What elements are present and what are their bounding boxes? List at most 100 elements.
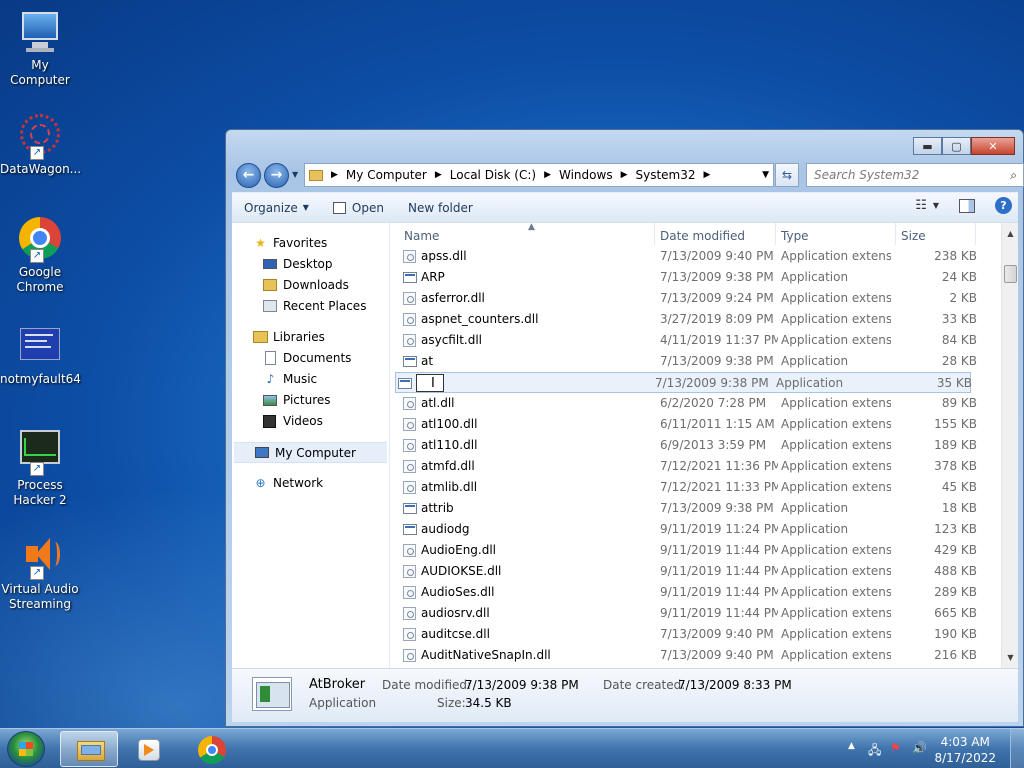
open-button[interactable]: Open [321,193,396,223]
navigation-pane: ★ Favorites Desktop Downloads Recent Pla… [232,223,390,668]
vertical-scrollbar[interactable]: ▲ ▼ [1001,223,1018,668]
desktop-icon-google-chrome[interactable]: ↗ Google Chrome [0,215,80,295]
file-row[interactable]: AUDIOKSE.dll 9/11/2019 11:44 PM Applicatio… [401,561,983,582]
column-divider[interactable] [654,223,655,245]
file-row[interactable]: aspnet_counters.dll 3/27/2019 8:09 PM Appl… [401,309,983,330]
nav-videos[interactable]: Videos [232,411,389,432]
desktop-icon-virtual-audio-streaming[interactable]: ↗ Virtual Audio Streaming [0,532,80,612]
new-folder-button[interactable]: New folder [396,193,485,223]
breadcrumb-system32[interactable]: System32 [636,168,696,182]
show-hidden-icons-button[interactable]: ▲ [848,741,855,751]
file-row[interactable]: atmlib.dll 7/12/2021 11:33 PM Application … [401,477,983,498]
close-button[interactable]: ✕ [971,137,1015,155]
nav-downloads[interactable]: Downloads [232,275,389,296]
desktop-icon-label: Process Hacker 2 [13,478,67,507]
refresh-button[interactable]: ⇆ [775,163,799,187]
breadcrumb-separator[interactable]: ▶ [544,170,551,180]
breadcrumb-separator[interactable]: ▶ [435,170,442,180]
minimize-button[interactable]: ▬ [913,137,942,155]
nav-pictures[interactable]: Pictures [232,390,389,411]
nav-recent-places[interactable]: Recent Places [232,296,389,317]
file-date-modified: 9/11/2019 11:44 PM [660,585,778,599]
back-button[interactable]: ← [236,163,261,188]
file-row[interactable]: auditcse.dll 7/13/2009 9:40 PM Application… [401,624,983,645]
nav-favorites[interactable]: ★ Favorites [232,233,389,254]
column-header-size[interactable]: Size [901,229,926,243]
breadcrumb-separator[interactable]: ▶ [621,170,628,180]
address-bar[interactable]: ▶ My Computer ▶ Local Disk (C:) ▶ Window… [304,163,774,187]
file-row[interactable]: audiodg 9/11/2019 11:24 PM Application 123 … [401,519,983,540]
file-row[interactable]: AudioEng.dll 9/11/2019 11:44 PM Applicatio… [401,540,983,561]
column-header-type[interactable]: Type [781,229,809,243]
help-icon[interactable]: ? [995,197,1012,214]
file-date-modified: 7/12/2021 11:33 PM [660,480,778,494]
nav-network[interactable]: ⊕ Network [232,473,389,494]
search-input[interactable]: Search System32 ⌕ [806,163,1024,187]
nav-libraries[interactable]: Libraries [232,327,389,348]
chevron-down-icon: ▼ [302,203,309,212]
organize-button[interactable]: Organize ▼ [232,193,321,223]
breadcrumb-separator[interactable]: ▶ [704,170,711,180]
column-header-date[interactable]: Date modified [660,229,745,243]
rename-input[interactable]: I [416,374,444,392]
desktop-icon-process-hacker[interactable]: ↗ Process Hacker 2 [0,428,80,508]
nav-my-computer[interactable]: My Computer [234,442,387,463]
taskbar-media-player-button[interactable] [120,731,178,767]
breadcrumb-local-disk[interactable]: Local Disk (C:) [450,168,536,182]
scroll-thumb[interactable] [1004,265,1017,283]
file-row[interactable]: attrib 7/13/2009 9:38 PM Application 18 KB [401,498,983,519]
file-row[interactable]: atl.dll 6/2/2020 7:28 PM Application exten… [401,393,983,414]
file-row[interactable]: audiosrv.dll 9/11/2019 11:44 PM Applicatio… [401,603,983,624]
start-button[interactable] [7,731,45,767]
taskbar-explorer-button[interactable] [60,731,118,767]
file-row-renaming[interactable]: I 7/13/2009 9:38 PM Application 35 KB [395,372,972,393]
column-header-name[interactable]: Name [404,229,439,243]
network-status-icon[interactable]: 🖧 [868,741,881,762]
search-icon[interactable]: ⌕ [1010,164,1017,186]
file-size: 189 KB [934,438,977,452]
file-row[interactable]: at 7/13/2009 9:38 PM Application 28 KB [401,351,983,372]
recent-pages-dropdown[interactable]: ▼ [292,170,298,179]
nav-desktop[interactable]: Desktop [232,254,389,275]
column-divider[interactable] [975,223,976,245]
bluescreen-icon [16,322,64,370]
forward-button[interactable]: → [264,163,289,188]
chevron-down-icon[interactable]: ▼ [933,201,939,210]
volume-icon[interactable]: 🔊 [912,741,927,755]
preview-pane-icon[interactable] [959,198,975,213]
dll-file-icon [403,439,416,452]
view-options-icon[interactable]: ☷ [915,198,927,213]
file-row[interactable]: AudioSes.dll 9/11/2019 11:44 PM Applicatio… [401,582,983,603]
file-row[interactable]: atl100.dll 6/11/2011 1:15 AM Application e… [401,414,983,435]
column-divider[interactable] [895,223,896,245]
clock[interactable]: 4:03 AM 8/17/2022 [934,734,996,766]
nav-documents[interactable]: Documents [232,348,389,369]
scroll-down-icon[interactable]: ▼ [1002,649,1018,666]
action-center-icon[interactable]: ⚑ [890,741,901,755]
breadcrumb-windows[interactable]: Windows [559,168,613,182]
nav-documents-label: Documents [283,351,352,365]
file-row[interactable]: atl110.dll 6/9/2013 3:59 PM Application ex… [401,435,983,456]
breadcrumb-my-computer[interactable]: My Computer [346,168,427,182]
caption-buttons: ▬ ▢ ✕ [913,137,1015,155]
desktop-icon-notmyfault64[interactable]: notmyfault64 [0,322,81,387]
file-row[interactable]: asycfilt.dll 4/11/2019 11:37 PM Applicatio… [401,330,983,351]
address-dropdown-icon[interactable]: ▼ [762,164,769,186]
folder-icon [309,169,323,181]
file-row[interactable]: ARP 7/13/2009 9:38 PM Application 24 KB [401,267,983,288]
file-row[interactable]: atmfd.dll 7/12/2021 11:36 PM Application e… [401,456,983,477]
taskbar-chrome-button[interactable] [182,731,240,767]
file-row[interactable]: apss.dll 7/13/2009 9:40 PM Application ext… [401,246,983,267]
desktop-icon-my-computer[interactable]: My Computer [0,8,80,88]
navigation-bar: ← → ▼ ▶ My Computer ▶ Local Disk (C:) ▶ … [234,162,1024,188]
dll-file-icon [403,586,416,599]
scroll-up-icon[interactable]: ▲ [1002,225,1018,242]
maximize-button[interactable]: ▢ [942,137,971,155]
column-divider[interactable] [775,223,776,245]
nav-music[interactable]: ♪ Music [232,369,389,390]
desktop-icon-datawagon[interactable]: ↗ DataWagon... [0,112,81,177]
file-row[interactable]: AuditNativeSnapIn.dll 7/13/2009 9:40 PM Ap… [401,645,983,666]
file-row[interactable]: asferror.dll 7/13/2009 9:24 PM Application… [401,288,983,309]
show-desktop-button[interactable] [1010,729,1024,768]
file-type: Application extens... [781,606,891,620]
